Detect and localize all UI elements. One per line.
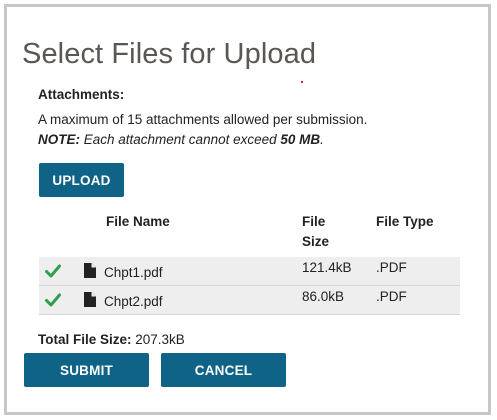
upload-dialog: Select Files for Upload Attachments: A m…	[4, 4, 491, 415]
total-file-size-label: Total File Size:	[38, 332, 132, 347]
table-row: Chpt2.pdf 86.0kB .PDF	[39, 286, 460, 314]
dialog-title: Select Files for Upload	[22, 38, 317, 70]
file-name: Chpt1.pdf	[104, 265, 163, 280]
column-header-file-size-line2: Size	[302, 234, 330, 249]
column-header-file-type: File Type	[376, 214, 434, 229]
column-header-file-size-line1: File	[302, 214, 326, 229]
file-icon	[84, 292, 96, 307]
note-suffix: .	[320, 132, 324, 147]
decorative-mark	[301, 81, 303, 83]
file-size: 86.0kB	[302, 289, 345, 304]
total-file-size-value: 207.3kB	[131, 332, 185, 347]
note-limit: 50 MB	[280, 132, 321, 147]
upload-button[interactable]: UPLOAD	[39, 163, 124, 197]
table-bottom-border	[39, 314, 460, 315]
file-name: Chpt2.pdf	[104, 294, 163, 309]
file-type: .PDF	[376, 260, 407, 275]
total-file-size: Total File Size: 207.3kB	[38, 332, 185, 347]
column-header-file-size: File Size	[302, 212, 342, 252]
check-icon	[45, 264, 61, 278]
column-header-file-name: File Name	[106, 214, 170, 229]
cancel-button[interactable]: CANCEL	[161, 353, 286, 387]
note-body: Each attachment cannot exceed	[80, 132, 281, 147]
note-prefix: NOTE:	[38, 132, 80, 147]
table-row: Chpt1.pdf 121.4kB .PDF	[39, 257, 460, 285]
check-icon	[45, 293, 61, 307]
file-type: .PDF	[376, 289, 407, 304]
file-icon	[84, 263, 96, 278]
attachments-label: Attachments:	[38, 87, 125, 102]
file-size: 121.4kB	[302, 260, 352, 275]
max-attachments-text: A maximum of 15 attachments allowed per …	[38, 112, 368, 127]
note-text: NOTE: Each attachment cannot exceed 50 M…	[38, 132, 324, 147]
submit-button[interactable]: SUBMIT	[24, 353, 149, 387]
